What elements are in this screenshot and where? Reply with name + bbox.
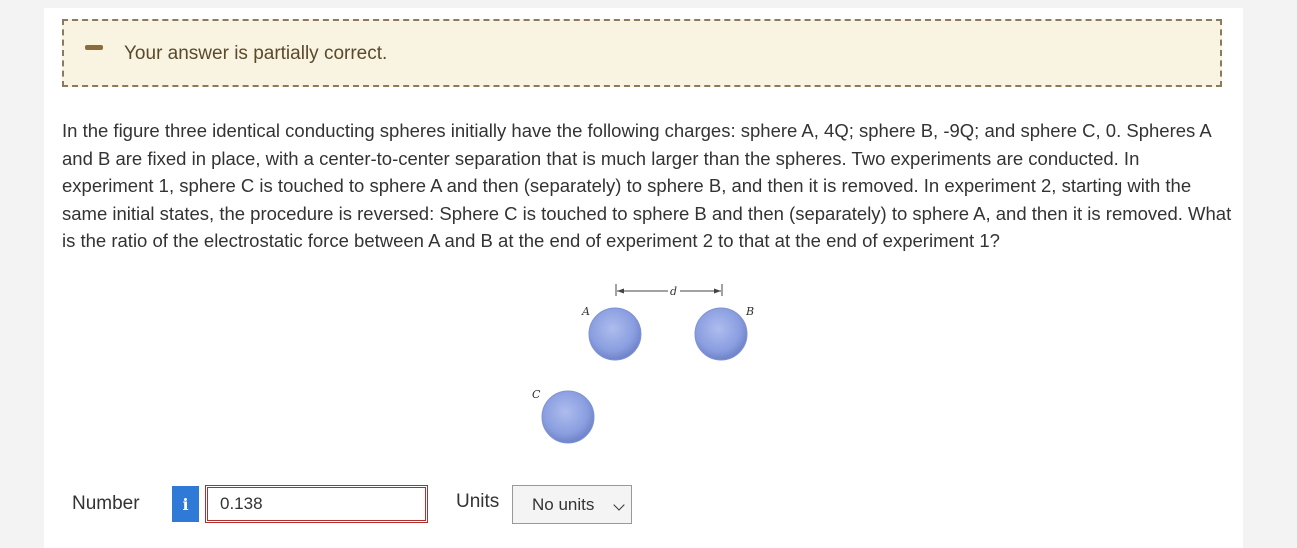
feedback-message: Your answer is partially correct. <box>124 43 388 64</box>
units-selected-value: No units <box>532 495 595 514</box>
label-b: B <box>745 305 754 318</box>
units-label: Units <box>456 491 500 512</box>
partially-correct-icon <box>85 45 103 50</box>
label-a: A <box>581 305 590 318</box>
sphere-a <box>588 307 642 361</box>
sphere-c <box>541 390 595 444</box>
info-icon[interactable]: i <box>172 486 199 522</box>
feedback-banner: Your answer is partially correct. <box>62 19 1222 87</box>
spheres-diagram: d A B C <box>532 284 754 444</box>
answer-input[interactable] <box>205 485 428 523</box>
number-label: Number <box>72 493 140 514</box>
sphere-b <box>694 307 748 361</box>
arrow-left-icon <box>617 288 624 294</box>
question-text: In the figure three identical conducting… <box>62 120 1232 251</box>
spheres-figure: d A B C <box>520 278 780 448</box>
label-c: C <box>532 388 541 401</box>
chevron-down-icon <box>613 499 625 511</box>
label-d: d <box>670 285 677 298</box>
units-select[interactable]: No units <box>512 485 632 524</box>
arrow-right-icon <box>714 288 721 294</box>
